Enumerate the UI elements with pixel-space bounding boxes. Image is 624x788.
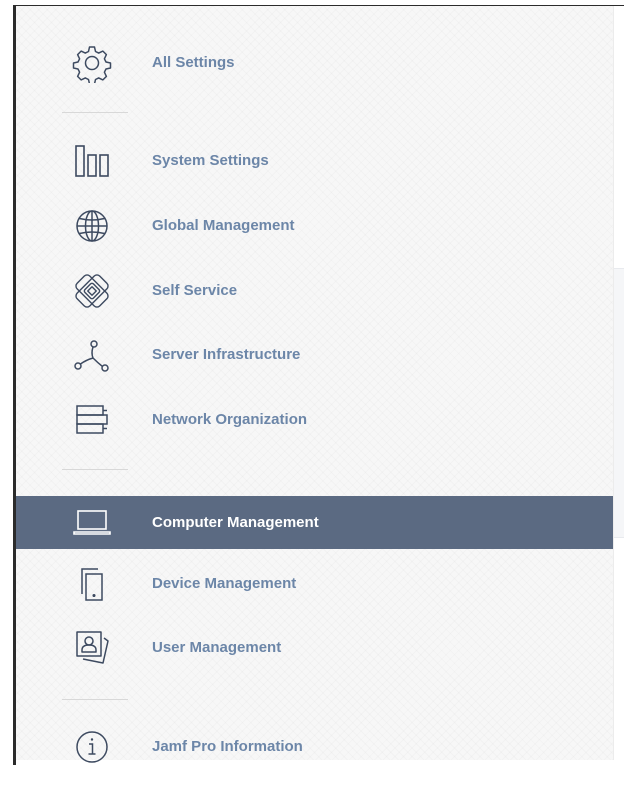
sidebar-item-label: All Settings: [152, 54, 235, 71]
sidebar-item-label: Computer Management: [152, 514, 319, 531]
sidebar-item-label: System Settings: [152, 152, 269, 169]
gear-icon: [72, 43, 112, 83]
sidebar-item-jamf-pro-information[interactable]: Jamf Pro Information: [16, 722, 613, 772]
sidebar-divider: [62, 699, 128, 700]
sidebar-item-server-infrastructure[interactable]: Server Infrastructure: [16, 330, 613, 380]
sidebar-item-network-organization[interactable]: Network Organization: [16, 395, 613, 445]
self-service-icon: [72, 271, 112, 311]
sidebar-item-label: Self Service: [152, 282, 238, 299]
sidebar-item-computer-management[interactable]: Computer Management: [16, 496, 613, 549]
laptop-icon: [72, 502, 112, 542]
sidebar-item-system-settings[interactable]: System Settings: [16, 136, 613, 186]
sidebar-item-label: User Management: [152, 639, 282, 656]
content-card-edge: [614, 268, 624, 538]
sidebar-item-label: Jamf Pro Information: [152, 738, 303, 755]
sidebar-item-all-settings[interactable]: All Settings: [16, 38, 613, 88]
user-card-icon: [72, 628, 112, 668]
sidebar-item-self-service[interactable]: Self Service: [16, 266, 613, 316]
info-icon: [72, 727, 112, 767]
sidebar-item-label: Global Management: [152, 217, 295, 234]
stack-icon: [72, 400, 112, 440]
mobile-device-icon: [72, 564, 112, 604]
sidebar-item-global-management[interactable]: Global Management: [16, 201, 613, 251]
main-content-edge: [614, 6, 624, 760]
sidebar-item-label: Device Management: [152, 575, 297, 592]
sidebar-item-label: Network Organization: [152, 411, 308, 428]
sidebar-item-user-management[interactable]: User Management: [16, 623, 613, 673]
sidebar-divider: [62, 112, 128, 113]
sidebar-item-device-management[interactable]: Device Management: [16, 559, 613, 609]
sidebar-divider: [62, 469, 128, 470]
sidebar-item-label: Server Infrastructure: [152, 346, 301, 363]
globe-icon: [72, 206, 112, 246]
settings-sidebar: All Settings System Settings Global Mana…: [16, 6, 613, 763]
columns-icon: [72, 141, 112, 181]
nodes-icon: [72, 335, 112, 375]
